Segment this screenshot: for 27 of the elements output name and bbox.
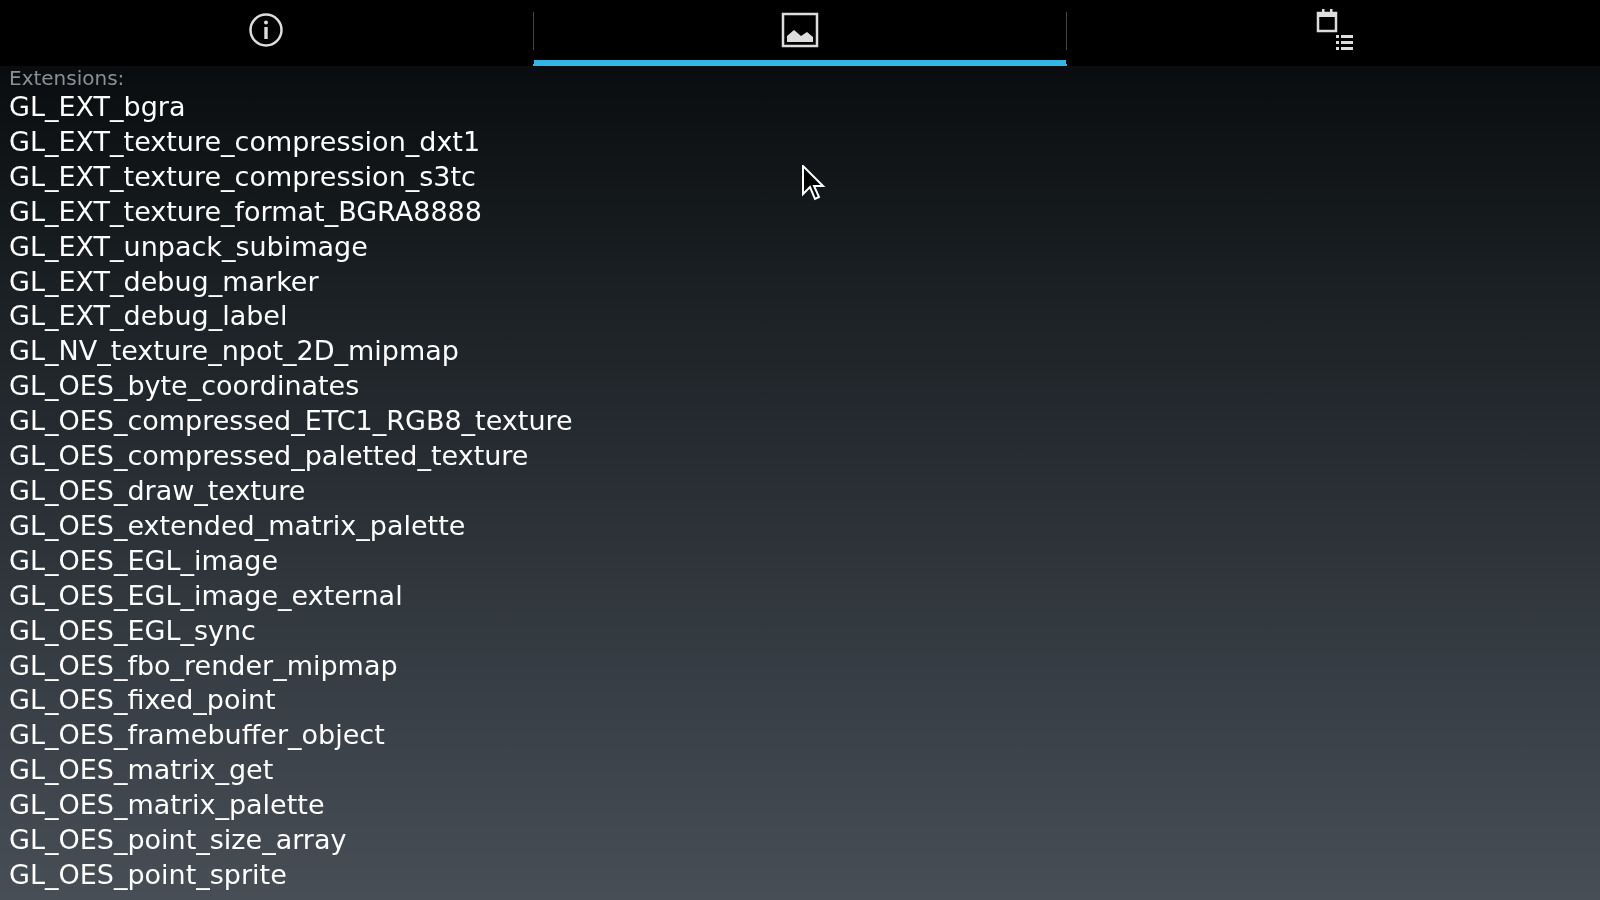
extension-name: GL_OES_matrix_palette [9, 788, 325, 823]
extension-name: GL_OES_EGL_image_external [9, 578, 403, 613]
extension-name: GL_EXT_bgra [9, 90, 186, 124]
extension-name: GL_NV_texture_npot_2D_mipmap [9, 334, 459, 369]
extension-name: GL_OES_EGL_sync [9, 613, 256, 648]
extension-name: GL_OES_fbo_render_mipmap [9, 648, 398, 683]
extension-name: GL_OES_fixed_point [9, 683, 276, 718]
info-icon [248, 12, 285, 48]
extension-name: GL_OES_compressed_paletted_texture [9, 439, 529, 474]
section-heading: Extensions: [9, 66, 125, 90]
extension-name: GL_OES_EGL_image [9, 543, 279, 578]
extension-name: GL_EXT_debug_label [9, 299, 288, 334]
extension-name: GL_EXT_texture_format_BGRA8888 [9, 194, 482, 229]
extension-name: GL_OES_extended_matrix_palette [9, 508, 466, 543]
extension-name: GL_OES_matrix_get [9, 753, 274, 788]
extension-name: GL_OES_byte_coordinates [9, 369, 360, 404]
extension-name: GL_EXT_debug_marker [9, 264, 319, 299]
extension-name: GL_OES_compressed_ETC1_RGB8_texture [9, 404, 573, 439]
extension-name: GL_EXT_unpack_subimage [9, 229, 368, 264]
extension-name: GL_EXT_texture_compression_dxt1 [9, 124, 481, 159]
mouse-pointer-icon [802, 165, 826, 201]
extension-name: GL_OES_point_sprite [9, 857, 287, 892]
image-icon [781, 12, 819, 48]
extension-name: GL_EXT_texture_compression_s3tc [9, 159, 476, 194]
extension-name: GL_OES_framebuffer_object [9, 718, 385, 753]
extension-name: GL_OES_draw_texture [9, 473, 306, 508]
extension-name: GL_OES_point_size_array [9, 823, 347, 858]
